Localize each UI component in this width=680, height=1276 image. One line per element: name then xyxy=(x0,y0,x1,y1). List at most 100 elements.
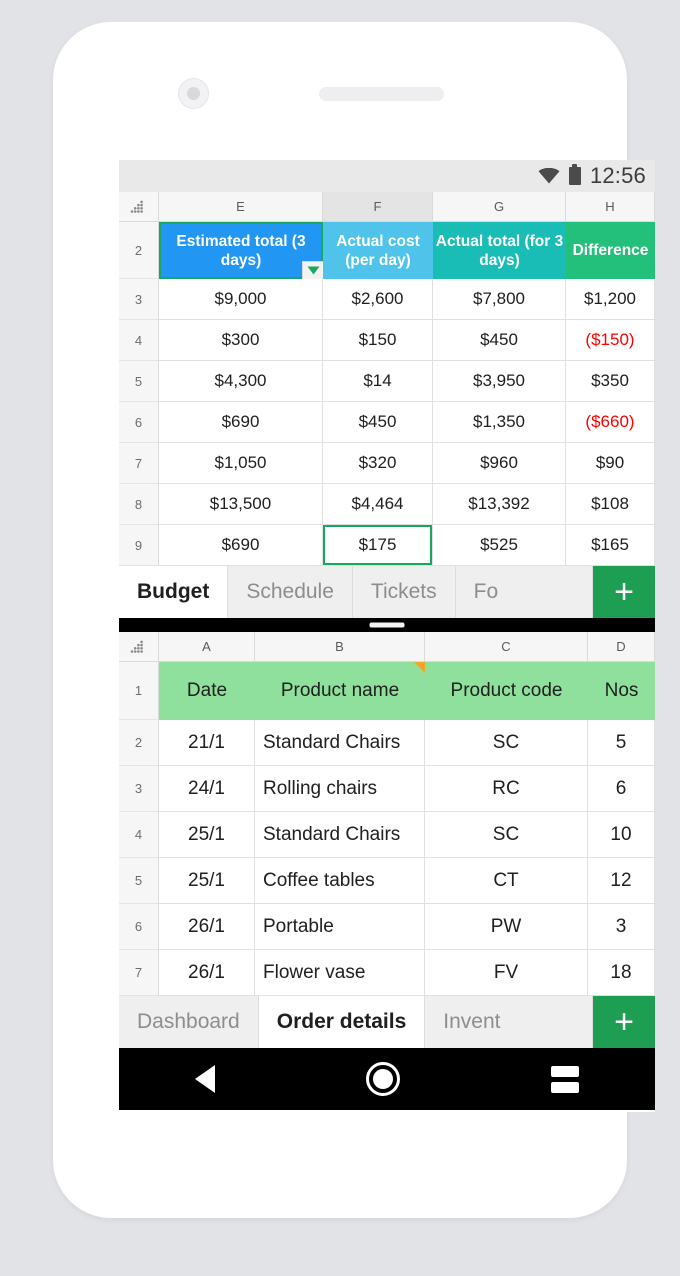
table-cell[interactable]: $14 xyxy=(323,361,433,402)
drag-handle[interactable] xyxy=(369,622,405,628)
column-header-h[interactable]: H xyxy=(566,192,655,222)
header-cell[interactable]: Difference xyxy=(566,222,655,279)
table-row[interactable]: 5 25/1 Coffee tables CT 12 xyxy=(119,858,655,904)
header-cell[interactable]: Actual cost (per day) xyxy=(323,222,433,279)
table-cell[interactable]: Flower vase xyxy=(255,950,425,996)
table-cell[interactable]: $7,800 xyxy=(433,279,566,320)
table-cell[interactable]: $175 xyxy=(323,525,433,566)
table-cell[interactable]: 25/1 xyxy=(159,858,255,904)
top-sheet-tab-bar[interactable]: Budget Schedule Tickets Fo + xyxy=(119,566,655,618)
table-cell[interactable]: 18 xyxy=(588,950,655,996)
table-cell[interactable]: SC xyxy=(425,720,588,766)
header-cell[interactable]: Date xyxy=(159,662,255,720)
table-row[interactable]: 1 Date Product name Product code Nos xyxy=(119,662,655,720)
tab-dashboard[interactable]: Dashboard xyxy=(119,996,259,1048)
table-cell[interactable]: $690 xyxy=(159,402,323,443)
column-header-e[interactable]: E xyxy=(159,192,323,222)
table-cell[interactable]: CT xyxy=(425,858,588,904)
header-cell[interactable]: Actual total (for 3 days) xyxy=(433,222,566,279)
recents-icon[interactable] xyxy=(551,1065,580,1093)
table-cell[interactable]: $4,300 xyxy=(159,361,323,402)
table-cell[interactable]: Portable xyxy=(255,904,425,950)
table-cell[interactable]: 26/1 xyxy=(159,904,255,950)
budget-spreadsheet[interactable]: EFGH 2 Estimated total (3 days) Actual cos… xyxy=(119,192,655,566)
table-cell[interactable]: $3,950 xyxy=(433,361,566,402)
tab-invent[interactable]: Invent xyxy=(425,996,593,1048)
table-row[interactable]: 5 $4,300 $14 $3,950 $350 xyxy=(119,361,655,402)
table-cell[interactable]: ($660) xyxy=(566,402,655,443)
table-cell[interactable]: $150 xyxy=(323,320,433,361)
table-cell[interactable]: FV xyxy=(425,950,588,996)
table-cell[interactable]: $1,200 xyxy=(566,279,655,320)
table-cell[interactable]: $350 xyxy=(566,361,655,402)
table-row[interactable]: 9 $690 $175 $525 $165 xyxy=(119,525,655,566)
column-header-c[interactable]: C xyxy=(425,632,588,662)
row-header[interactable]: 5 xyxy=(119,858,159,904)
back-triangle-icon[interactable] xyxy=(194,1065,215,1093)
row-header[interactable]: 3 xyxy=(119,766,159,812)
column-header-d[interactable]: D xyxy=(588,632,655,662)
table-cell[interactable]: $2,600 xyxy=(323,279,433,320)
table-cell[interactable]: $690 xyxy=(159,525,323,566)
table-row[interactable]: 6 26/1 Portable PW 3 xyxy=(119,904,655,950)
tab-fo[interactable]: Fo xyxy=(455,566,593,618)
table-row[interactable]: 2 21/1 Standard Chairs SC 5 xyxy=(119,720,655,766)
row-header[interactable]: 1 xyxy=(119,662,159,720)
tab-tickets[interactable]: Tickets xyxy=(352,566,456,618)
table-cell[interactable]: $90 xyxy=(566,443,655,484)
tab-budget[interactable]: Budget xyxy=(119,566,229,618)
select-all-icon[interactable] xyxy=(119,632,159,662)
table-cell[interactable]: Coffee tables xyxy=(255,858,425,904)
row-header[interactable]: 6 xyxy=(119,904,159,950)
column-header-a[interactable]: A xyxy=(159,632,255,662)
table-cell[interactable]: SC xyxy=(425,812,588,858)
add-sheet-button[interactable]: + xyxy=(593,566,655,618)
table-cell[interactable]: $960 xyxy=(433,443,566,484)
table-cell[interactable]: 3 xyxy=(588,904,655,950)
table-cell[interactable]: PW xyxy=(425,904,588,950)
table-cell[interactable]: $4,464 xyxy=(323,484,433,525)
row-header[interactable]: 7 xyxy=(119,950,159,996)
row-header[interactable]: 4 xyxy=(119,320,159,361)
table-cell[interactable]: $108 xyxy=(566,484,655,525)
order-details-spreadsheet[interactable]: ABCD 1 Date Product name Product code Nos 2 21… xyxy=(119,632,655,996)
row-header[interactable]: 7 xyxy=(119,443,159,484)
table-cell[interactable]: $525 xyxy=(433,525,566,566)
table-cell[interactable]: Rolling chairs xyxy=(255,766,425,812)
table-cell[interactable]: 5 xyxy=(588,720,655,766)
table-cell[interactable]: $300 xyxy=(159,320,323,361)
table-cell[interactable]: Standard Chairs xyxy=(255,812,425,858)
row-header[interactable]: 6 xyxy=(119,402,159,443)
table-cell[interactable]: Standard Chairs xyxy=(255,720,425,766)
table-row[interactable]: 6 $690 $450 $1,350 ($660) xyxy=(119,402,655,443)
bottom-sheet-tab-bar[interactable]: Dashboard Order details Invent + xyxy=(119,996,655,1048)
table-cell[interactable]: $13,392 xyxy=(433,484,566,525)
table-row[interactable]: 2 Estimated total (3 days) Actual cost (pe… xyxy=(119,222,655,279)
table-cell[interactable]: RC xyxy=(425,766,588,812)
table-cell[interactable]: 26/1 xyxy=(159,950,255,996)
header-cell[interactable]: Nos xyxy=(588,662,655,720)
table-cell[interactable]: $450 xyxy=(433,320,566,361)
header-cell[interactable]: Product name xyxy=(255,662,425,720)
row-header[interactable]: 4 xyxy=(119,812,159,858)
android-navigation-bar[interactable] xyxy=(119,1048,655,1110)
table-row[interactable]: 7 $1,050 $320 $960 $90 xyxy=(119,443,655,484)
table-cell[interactable]: 25/1 xyxy=(159,812,255,858)
row-header[interactable]: 8 xyxy=(119,484,159,525)
tab-order-details[interactable]: Order details xyxy=(258,996,426,1048)
table-cell[interactable]: $1,350 xyxy=(433,402,566,443)
row-header[interactable]: 9 xyxy=(119,525,159,566)
table-row[interactable]: 7 26/1 Flower vase FV 18 xyxy=(119,950,655,996)
table-cell[interactable]: $9,000 xyxy=(159,279,323,320)
table-row[interactable]: 8 $13,500 $4,464 $13,392 $108 xyxy=(119,484,655,525)
table-cell[interactable]: 21/1 xyxy=(159,720,255,766)
table-row[interactable]: 3 24/1 Rolling chairs RC 6 xyxy=(119,766,655,812)
table-cell[interactable]: $450 xyxy=(323,402,433,443)
column-header-b[interactable]: B xyxy=(255,632,425,662)
table-cell[interactable]: $1,050 xyxy=(159,443,323,484)
table-cell[interactable]: ($150) xyxy=(566,320,655,361)
table-row[interactable]: 4 25/1 Standard Chairs SC 10 xyxy=(119,812,655,858)
home-circle-icon[interactable] xyxy=(365,1062,400,1096)
header-cell[interactable]: Estimated total (3 days) xyxy=(159,222,323,279)
cell-dropdown-icon[interactable] xyxy=(302,261,323,279)
